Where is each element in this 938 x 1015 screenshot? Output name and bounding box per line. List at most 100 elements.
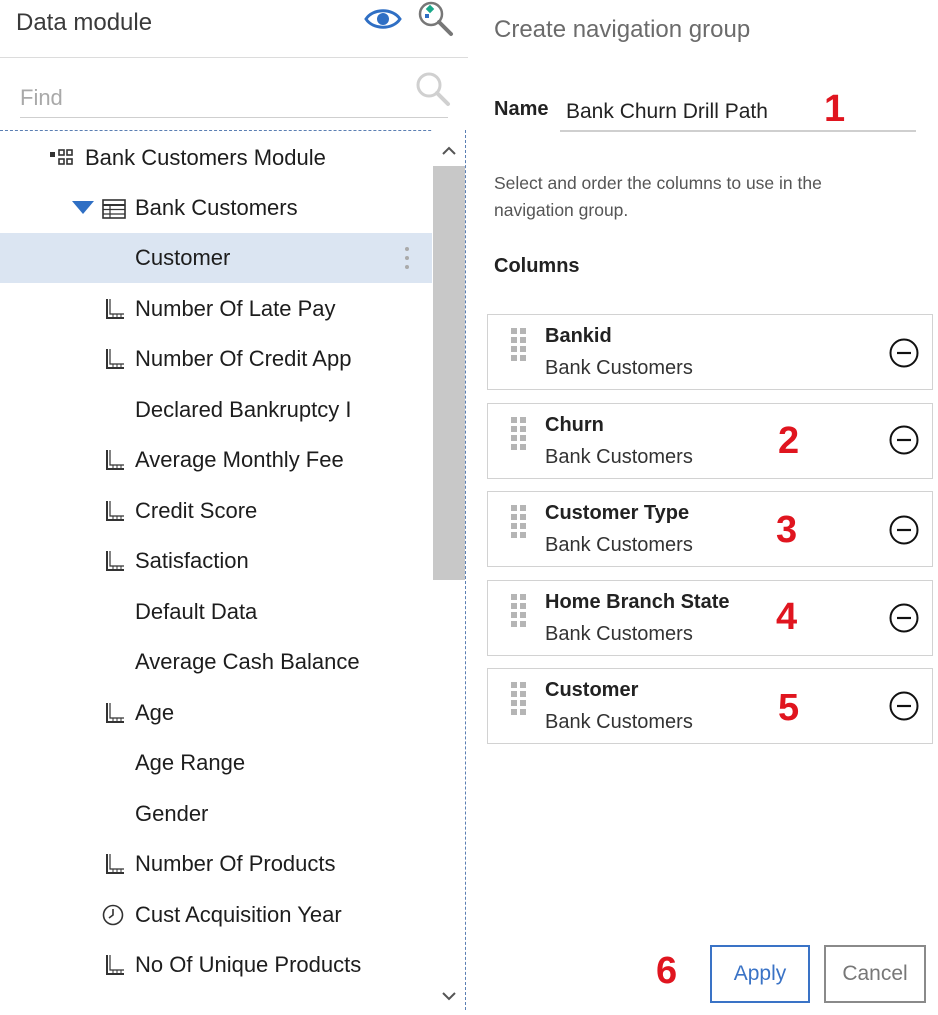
scrollbar-thumb[interactable] xyxy=(433,166,465,580)
data-tree: Bank Customers Module Bank Customers Cus… xyxy=(0,130,466,1010)
chevron-up-icon[interactable] xyxy=(433,136,465,164)
name-label: Name xyxy=(494,98,549,120)
column-source: Bank Customers xyxy=(545,623,693,645)
search-icon[interactable] xyxy=(414,70,452,108)
tree-item[interactable]: Satisfaction xyxy=(0,536,432,586)
column-item[interactable]: Churn Bank Customers xyxy=(487,403,933,479)
column-item[interactable]: Bankid Bank Customers xyxy=(487,314,933,390)
drag-handle-icon[interactable] xyxy=(511,417,527,457)
measure-icon xyxy=(104,702,126,724)
measure-icon xyxy=(104,348,126,370)
module-icon xyxy=(50,149,73,171)
tree-item-label: Average Cash Balance xyxy=(135,649,360,674)
tree-item-label: Credit Score xyxy=(135,498,258,523)
drag-handle-icon[interactable] xyxy=(511,594,527,634)
remove-circle-icon[interactable] xyxy=(888,690,920,722)
annotation-3: 3 xyxy=(776,509,798,551)
panel-title: Create navigation group xyxy=(494,16,751,43)
eye-icon[interactable] xyxy=(364,5,402,33)
tree-item[interactable]: Bank Customers Module xyxy=(0,133,432,183)
remove-circle-icon[interactable] xyxy=(888,424,920,456)
column-source: Bank Customers xyxy=(545,534,693,556)
drag-handle-icon[interactable] xyxy=(511,505,527,545)
tree-item[interactable]: Bank Customers xyxy=(0,183,432,233)
drag-handle-icon[interactable] xyxy=(511,328,527,368)
annotation-5: 5 xyxy=(778,687,800,729)
column-source: Bank Customers xyxy=(545,446,693,468)
remove-circle-icon[interactable] xyxy=(888,337,920,369)
annotation-1: 1 xyxy=(824,88,846,130)
tree-item-label: Average Monthly Fee xyxy=(135,447,344,472)
column-name: Customer xyxy=(545,679,639,701)
drag-handle-icon[interactable] xyxy=(511,682,527,722)
name-input[interactable] xyxy=(566,96,896,128)
column-item[interactable]: Home Branch State Bank Customers xyxy=(487,580,933,656)
tree-scrollbar[interactable] xyxy=(433,130,465,1010)
tree-item[interactable]: Default Data xyxy=(0,587,432,637)
tree-item-label: Satisfaction xyxy=(135,548,249,573)
tree-item[interactable]: Cust Acquisition Year xyxy=(0,890,432,940)
tree-item-label: No Of Unique Products xyxy=(135,952,362,977)
data-module-title: Data module xyxy=(16,9,153,36)
tree-item-label: Cust Acquisition Year xyxy=(135,902,342,927)
tree-item[interactable]: Age xyxy=(0,688,432,738)
column-name: Home Branch State xyxy=(545,591,730,613)
column-name: Customer Type xyxy=(545,502,690,524)
tree-item-label: Age xyxy=(135,700,175,725)
tree-item-label: Number Of Products xyxy=(135,851,336,876)
annotation-6: 6 xyxy=(656,950,678,992)
tree-item-label: Number Of Late Pay xyxy=(135,296,336,321)
apply-button[interactable]: Apply xyxy=(710,945,810,1003)
remove-circle-icon[interactable] xyxy=(888,514,920,546)
column-name: Churn xyxy=(545,414,604,436)
navigation-group-panel: Create navigation group Name 1 Select an… xyxy=(470,0,938,1010)
measure-icon xyxy=(104,853,126,875)
tree-item-label: Gender xyxy=(135,801,209,826)
relationship-search-icon[interactable] xyxy=(415,0,455,40)
chevron-down-icon[interactable] xyxy=(433,984,465,1010)
table-icon xyxy=(102,199,126,221)
column-item[interactable]: Customer Bank Customers xyxy=(487,668,933,744)
measure-icon xyxy=(104,954,126,976)
tree-item-label: Declared Bankruptcy I xyxy=(135,397,352,422)
tree-item-label: Bank Customers xyxy=(135,195,298,220)
tree-item[interactable]: Average Monthly Fee xyxy=(0,435,432,485)
caret-down-icon[interactable] xyxy=(72,201,94,217)
annotation-4: 4 xyxy=(776,596,798,638)
tree-item[interactable]: Age Range xyxy=(0,738,432,788)
column-item[interactable]: Customer Type Bank Customers xyxy=(487,491,933,567)
tree-item[interactable]: Number Of Late Pay xyxy=(0,284,432,334)
column-source: Bank Customers xyxy=(545,711,693,733)
tree-item[interactable]: Number Of Credit App xyxy=(0,334,432,384)
tree-item[interactable]: Average Cash Balance xyxy=(0,637,432,687)
tree-item[interactable]: Gender xyxy=(0,789,432,839)
tree-item[interactable]: Number Of Products xyxy=(0,839,432,889)
annotation-2: 2 xyxy=(778,420,800,462)
tree-item-label: Bank Customers Module xyxy=(85,145,326,170)
description-text: Select and order the columns to use in t… xyxy=(494,173,822,220)
tree-item[interactable]: No Of Unique Products xyxy=(0,940,432,990)
column-name: Bankid xyxy=(545,325,612,347)
tree-item-selected[interactable]: Customer xyxy=(0,233,432,283)
tree-item[interactable]: Declared Bankruptcy I xyxy=(0,385,432,435)
remove-circle-icon[interactable] xyxy=(888,602,920,634)
cancel-button[interactable]: Cancel xyxy=(824,945,926,1003)
find-input[interactable] xyxy=(20,82,400,114)
measure-icon xyxy=(104,449,126,471)
tree-item-label: Age Range xyxy=(135,750,246,775)
data-module-header: Data module xyxy=(0,0,468,58)
find-field[interactable] xyxy=(20,70,450,118)
tree-item-label: Number Of Credit App xyxy=(135,346,352,371)
measure-icon xyxy=(104,298,126,320)
data-module-panel: Data module Find Bank Customers Module B… xyxy=(0,0,468,1010)
measure-icon xyxy=(104,500,126,522)
measure-icon xyxy=(104,550,126,572)
tree-item[interactable]: Credit Score xyxy=(0,486,432,536)
column-source: Bank Customers xyxy=(545,357,693,379)
name-field[interactable] xyxy=(560,90,916,132)
tree-item-label: Customer xyxy=(135,245,231,270)
more-options-icon[interactable] xyxy=(404,245,410,271)
tree-item-label: Default Data xyxy=(135,599,258,624)
clock-icon xyxy=(102,904,124,926)
columns-heading: Columns xyxy=(494,255,580,277)
